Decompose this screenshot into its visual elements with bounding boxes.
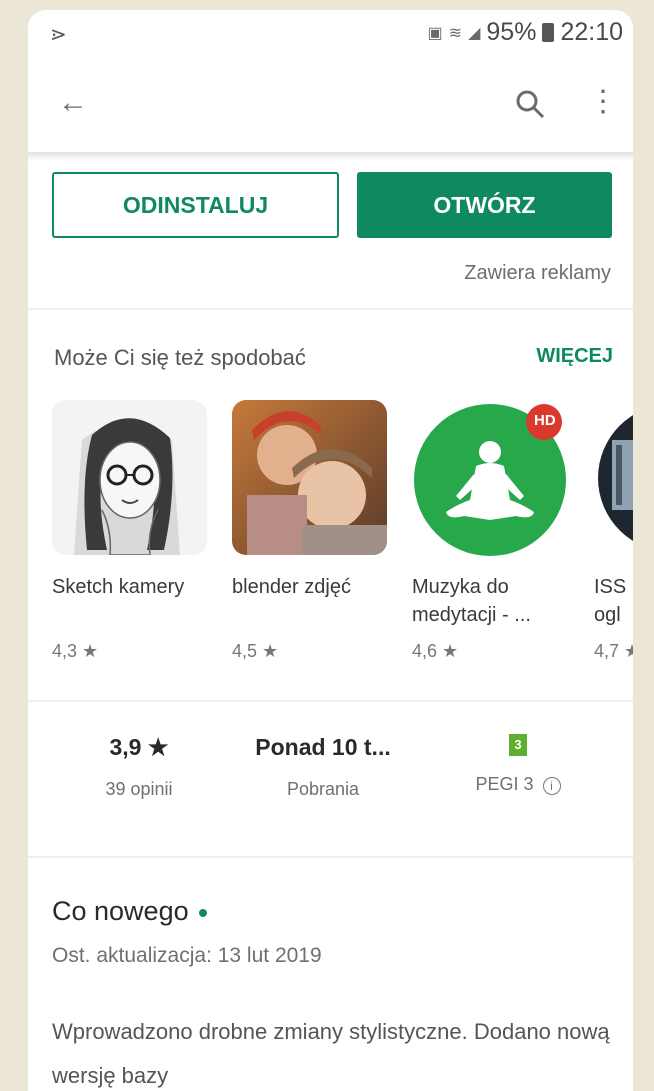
- divider: [28, 700, 633, 702]
- downloads-value: Ponad 10 t...: [255, 734, 391, 760]
- app-card-sketch[interactable]: Sketch kamery 4,3 ★: [52, 400, 222, 662]
- app-rating: 4,5 ★: [232, 641, 279, 661]
- search-icon[interactable]: [512, 86, 548, 122]
- app-card-meditation[interactable]: HD Muzyka do medytacji - ... 4,6 ★: [412, 400, 582, 662]
- app-name: Muzyka do medytacji - ...: [412, 576, 531, 626]
- phone-screen: ⋗ ▣ ≋ ◢ 95% 22:10 ← ⋮ ODINSTALUJ OTWÓRZ …: [28, 10, 633, 1091]
- app-rating: 4,3 ★: [52, 641, 99, 661]
- status-right: ▣ ≋ ◢ 95% 22:10: [428, 18, 623, 47]
- app-thumbnail-iss: [594, 400, 633, 555]
- downloads-stat: Ponad 10 t... Pobrania: [228, 734, 418, 800]
- rating-value: 3,9 ★: [109, 734, 169, 760]
- uninstall-button[interactable]: ODINSTALUJ: [52, 172, 339, 238]
- rating-stat[interactable]: 3,9 ★ 39 opinii: [74, 734, 204, 800]
- battery-percent: 95%: [486, 18, 537, 46]
- divider: [28, 856, 633, 858]
- app-name: Sketch kamery: [52, 576, 185, 598]
- clock: 22:10: [560, 18, 623, 46]
- status-bar: ⋗ ▣ ≋ ◢ 95% 22:10: [28, 10, 633, 56]
- app-name: ISS ogl: [594, 576, 627, 626]
- app-card-blender[interactable]: blender zdjęć 4,5 ★: [232, 400, 402, 662]
- app-thumbnail-meditation: HD: [412, 400, 567, 556]
- whats-new-body: Wprowadzono drobne zmiany stylistyczne. …: [52, 1019, 610, 1088]
- more-link[interactable]: WIĘCEJ: [536, 345, 613, 368]
- app-card-iss[interactable]: ISS ogl 4,7 ★: [594, 400, 633, 662]
- hd-badge: HD: [534, 412, 556, 429]
- app-name: blender zdjęć: [232, 576, 351, 598]
- more-options-icon[interactable]: ⋮: [588, 86, 618, 118]
- new-indicator-dot: [198, 908, 207, 917]
- open-button[interactable]: OTWÓRZ: [357, 172, 612, 238]
- pegi-badge: 3: [509, 734, 527, 756]
- divider: [28, 308, 633, 310]
- last-update-date: Ost. aktualizacja: 13 lut 2019: [52, 944, 322, 967]
- review-count: 39 opinii: [105, 779, 173, 799]
- app-thumbnail-blender: [232, 400, 387, 555]
- whats-new-heading: Co nowego: [52, 896, 207, 927]
- cast-icon: ▣: [427, 24, 443, 42]
- pegi-stat[interactable]: 3 PEGI 3 i: [448, 734, 588, 795]
- downloads-label: Pobrania: [286, 779, 360, 799]
- recommendations-title: Może Ci się też spodobać: [54, 345, 306, 370]
- back-arrow-icon[interactable]: ←: [58, 86, 88, 120]
- contains-ads-note: Zawiera reklamy: [464, 262, 611, 284]
- pegi-label: PEGI 3: [475, 774, 534, 794]
- app-stats: 3,9 ★ 39 opinii Ponad 10 t... Pobrania 3…: [28, 734, 633, 854]
- play-store-notification-icon: ⋗: [50, 24, 67, 46]
- pegi-label-row: PEGI 3 i: [448, 774, 588, 795]
- battery-icon: [542, 23, 555, 42]
- app-rating: 4,7 ★: [594, 641, 633, 661]
- app-rating: 4,6 ★: [412, 641, 459, 661]
- app-toolbar: ← ⋮: [28, 72, 633, 155]
- signal-icon: ◢: [468, 24, 481, 42]
- app-thumbnail-sketch: [52, 400, 207, 555]
- info-icon[interactable]: i: [542, 777, 561, 795]
- wifi-icon: ≋: [448, 24, 463, 42]
- whats-new-title: Co nowego: [52, 896, 189, 926]
